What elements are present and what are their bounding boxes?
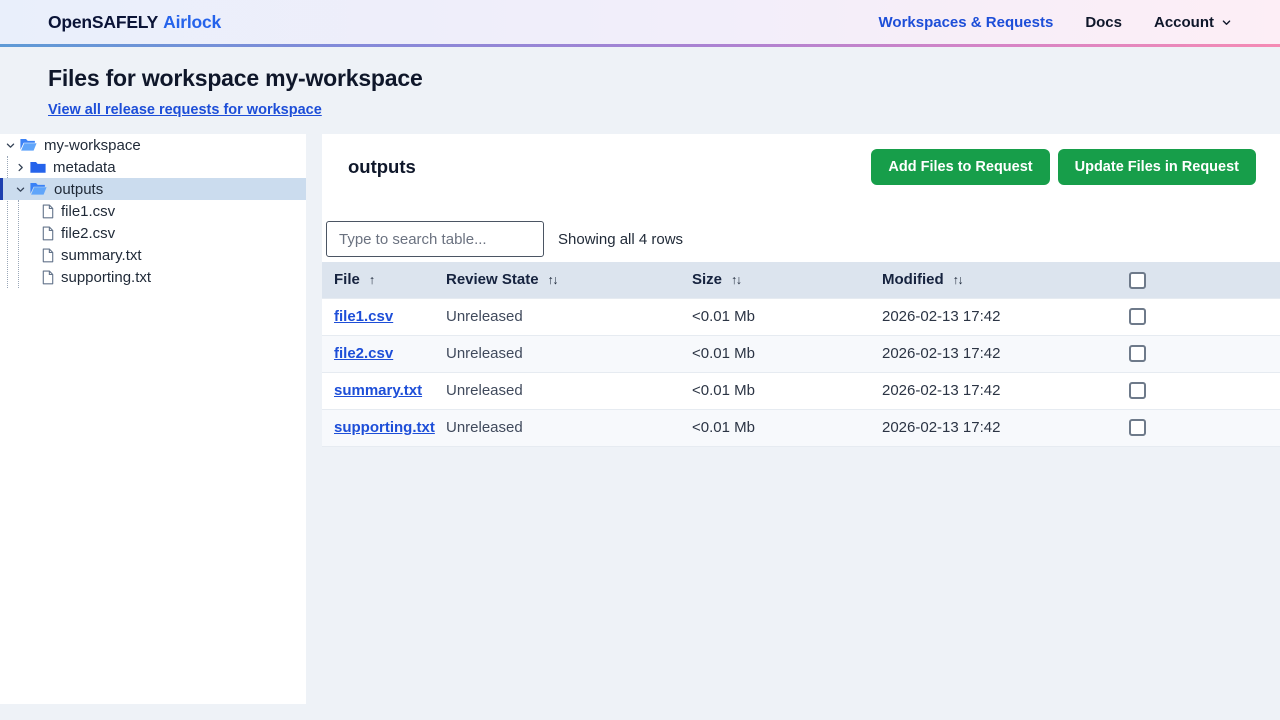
file-tree: my-workspace metadata outputs file1.csv file…: [0, 134, 306, 288]
table-row: file2.csv Unreleased <0.01 Mb 2026-02-13 17…: [322, 334, 1280, 372]
brand-product: Airlock: [163, 11, 222, 32]
select-all-checkbox[interactable]: [1129, 271, 1146, 289]
nav-account-menu[interactable]: Account: [1154, 14, 1232, 31]
sort-toggle-icon: ↑↓: [547, 273, 559, 288]
table-header-row: File ↑ Review State ↑↓ Size ↑↓ Modified ↑↓: [322, 262, 1280, 298]
tree-item-outputs[interactable]: outputs: [0, 178, 306, 200]
tree-item-label: my-workspace: [44, 136, 141, 154]
page-title: Files for workspace my-workspace: [48, 65, 423, 91]
add-files-button[interactable]: Add Files to Request: [871, 149, 1050, 185]
nav-workspaces-link[interactable]: Workspaces & Requests: [879, 14, 1054, 31]
row-count-text: Showing all 4 rows: [558, 230, 684, 248]
file-size: <0.01 Mb: [680, 297, 870, 335]
sort-toggle-icon: ↑↓: [952, 273, 964, 288]
column-header-file[interactable]: File ↑: [322, 262, 434, 298]
row-checkbox[interactable]: [1129, 345, 1146, 363]
sidebar: my-workspace metadata outputs file1.csv file…: [0, 134, 306, 704]
column-header-label: Size: [692, 271, 723, 289]
nav-account-label: Account: [1154, 13, 1214, 31]
file-link[interactable]: summary.txt: [334, 382, 422, 399]
sort-ascending-icon: ↑: [368, 273, 376, 288]
brand-logo[interactable]: OpenSAFELY Airlock: [48, 12, 221, 33]
view-release-requests-link[interactable]: View all release requests for workspace: [48, 102, 322, 118]
folder-open-icon: [30, 182, 47, 196]
column-header-label: File: [334, 271, 360, 289]
column-header-label: Review State: [446, 271, 539, 289]
nav-docs-link[interactable]: Docs: [1085, 14, 1122, 31]
tree-item-summary.txt[interactable]: summary.txt: [0, 244, 306, 266]
files-table: File ↑ Review State ↑↓ Size ↑↓ Modified ↑↓ file…: [322, 262, 1280, 447]
table-controls: Showing all 4 rows: [322, 221, 1280, 257]
chevron-down-icon[interactable]: [14, 184, 27, 195]
file-icon: [42, 204, 54, 219]
file-modified: 2026-02-13 17:42: [870, 297, 1122, 335]
row-checkbox[interactable]: [1129, 382, 1146, 400]
page-header: Files for workspace my-workspace View al…: [0, 47, 1280, 134]
tree-item-label: file1.csv: [61, 202, 116, 220]
tree-item-file2.csv[interactable]: file2.csv: [0, 222, 306, 244]
file-icon: [42, 270, 54, 285]
table-body: file1.csv Unreleased <0.01 Mb 2026-02-13 17…: [322, 297, 1280, 446]
content-area: my-workspace metadata outputs file1.csv file…: [0, 134, 1280, 704]
file-icon: [42, 226, 54, 241]
search-input[interactable]: [326, 221, 544, 257]
file-icon: [42, 248, 54, 263]
column-header-review-state[interactable]: Review State ↑↓: [434, 262, 680, 298]
file-size: <0.01 Mb: [680, 408, 870, 446]
folder-icon: [30, 161, 46, 174]
tree-item-supporting.txt[interactable]: supporting.txt: [0, 266, 306, 288]
file-link[interactable]: supporting.txt: [334, 419, 435, 436]
file-link[interactable]: file1.csv: [334, 308, 393, 325]
row-checkbox[interactable]: [1129, 419, 1146, 437]
update-files-button[interactable]: Update Files in Request: [1057, 149, 1256, 185]
tree-item-metadata[interactable]: metadata: [0, 156, 306, 178]
main-panel: outputs Add Files to Request Update File…: [322, 134, 1280, 447]
column-header-select: [1122, 262, 1280, 298]
tree-item-label: metadata: [53, 158, 116, 176]
folder-title: outputs: [348, 156, 416, 177]
review-state: Unreleased: [446, 419, 523, 436]
column-header-size[interactable]: Size ↑↓: [680, 262, 870, 298]
tree-item-label: outputs: [54, 180, 104, 198]
top-navbar: OpenSAFELY Airlock Workspaces & Requests …: [0, 0, 1280, 44]
chevron-down-icon[interactable]: [4, 140, 17, 151]
table-row: file1.csv Unreleased <0.01 Mb 2026-02-13 17…: [322, 297, 1280, 335]
folder-open-icon: [20, 138, 37, 152]
tree-item-file1.csv[interactable]: file1.csv: [0, 200, 306, 222]
review-state: Unreleased: [446, 382, 523, 399]
column-header-modified[interactable]: Modified ↑↓: [870, 262, 1122, 298]
review-state: Unreleased: [446, 345, 523, 362]
tree-item-label: supporting.txt: [61, 268, 152, 286]
file-modified: 2026-02-13 17:42: [870, 371, 1122, 409]
chevron-right-icon[interactable]: [14, 162, 27, 173]
table-row: supporting.txt Unreleased <0.01 Mb 2026-02-…: [322, 408, 1280, 446]
sort-toggle-icon: ↑↓: [731, 273, 742, 288]
file-link[interactable]: file2.csv: [334, 345, 393, 362]
file-modified: 2026-02-13 17:42: [870, 408, 1122, 446]
brand-name: OpenSAFELY: [48, 11, 159, 32]
chevron-down-icon: [1221, 17, 1232, 28]
nav-links: Workspaces & Requests Docs Account: [879, 14, 1232, 31]
file-size: <0.01 Mb: [680, 371, 870, 409]
file-size: <0.01 Mb: [680, 334, 870, 372]
table-row: summary.txt Unreleased <0.01 Mb 2026-02-13 …: [322, 371, 1280, 409]
tree-item-my-workspace[interactable]: my-workspace: [0, 134, 306, 156]
column-header-label: Modified: [882, 271, 944, 289]
tree-item-label: file2.csv: [61, 224, 116, 242]
tree-item-label: summary.txt: [61, 246, 142, 264]
file-modified: 2026-02-13 17:42: [870, 334, 1122, 372]
review-state: Unreleased: [446, 308, 523, 325]
row-checkbox[interactable]: [1129, 308, 1146, 326]
panel-head: outputs Add Files to Request Update File…: [322, 134, 1280, 185]
